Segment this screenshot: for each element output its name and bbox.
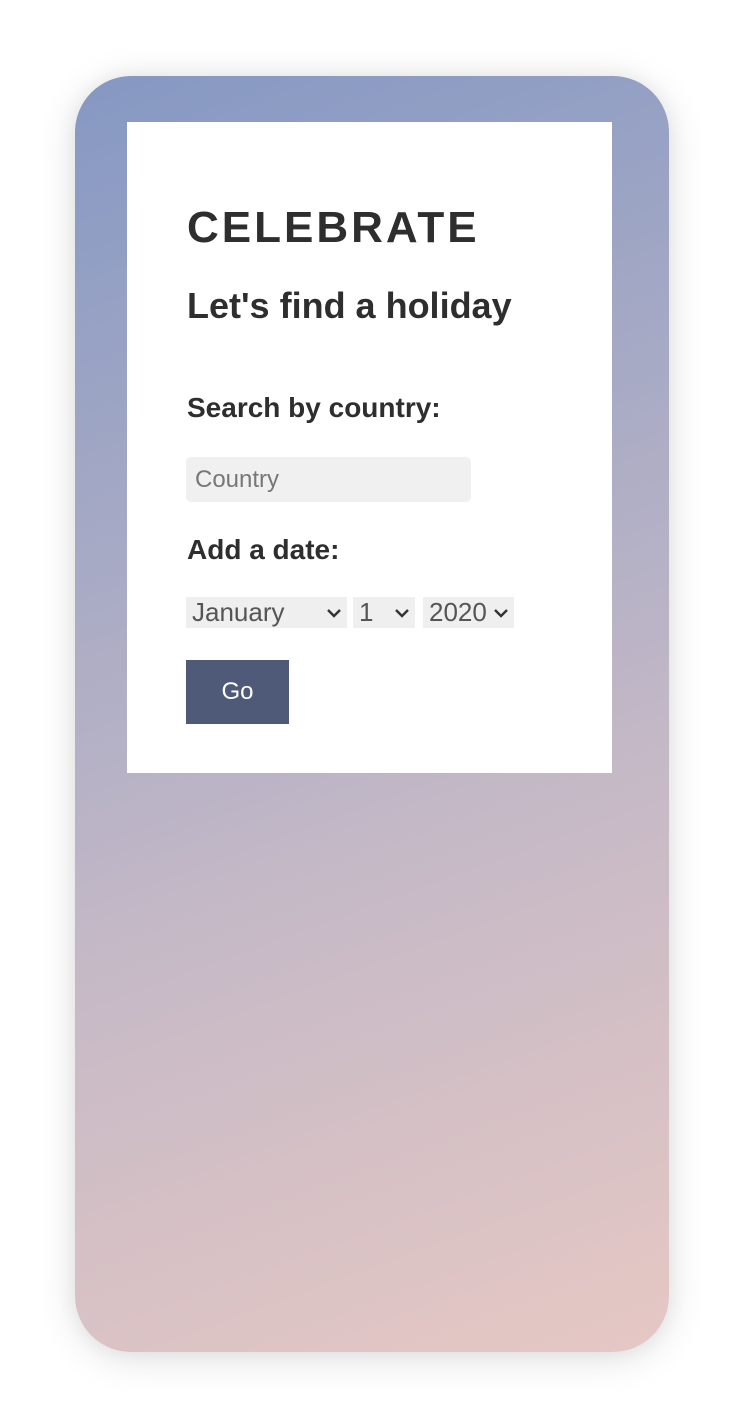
- chevron-down-icon: [494, 597, 508, 628]
- country-input[interactable]: [186, 457, 471, 502]
- year-select-value: 2020: [429, 597, 487, 627]
- month-select-value: January: [192, 597, 285, 627]
- date-label: Add a date:: [187, 534, 340, 565]
- go-button[interactable]: Go: [186, 660, 289, 724]
- app-screen: CELEBRATE Let's find a holiday Search by…: [75, 76, 669, 1352]
- page-title: Let's find a holiday: [187, 285, 512, 326]
- chevron-down-icon: [327, 597, 341, 628]
- day-select-value: 1: [359, 597, 374, 627]
- brand-logo: CELEBRATE: [187, 203, 480, 252]
- country-label: Search by country:: [187, 392, 441, 423]
- search-card: CELEBRATE Let's find a holiday Search by…: [127, 122, 612, 773]
- chevron-down-icon: [395, 597, 409, 628]
- day-select[interactable]: 1: [353, 597, 415, 628]
- year-select[interactable]: 2020: [423, 597, 514, 628]
- month-select[interactable]: January: [186, 597, 347, 628]
